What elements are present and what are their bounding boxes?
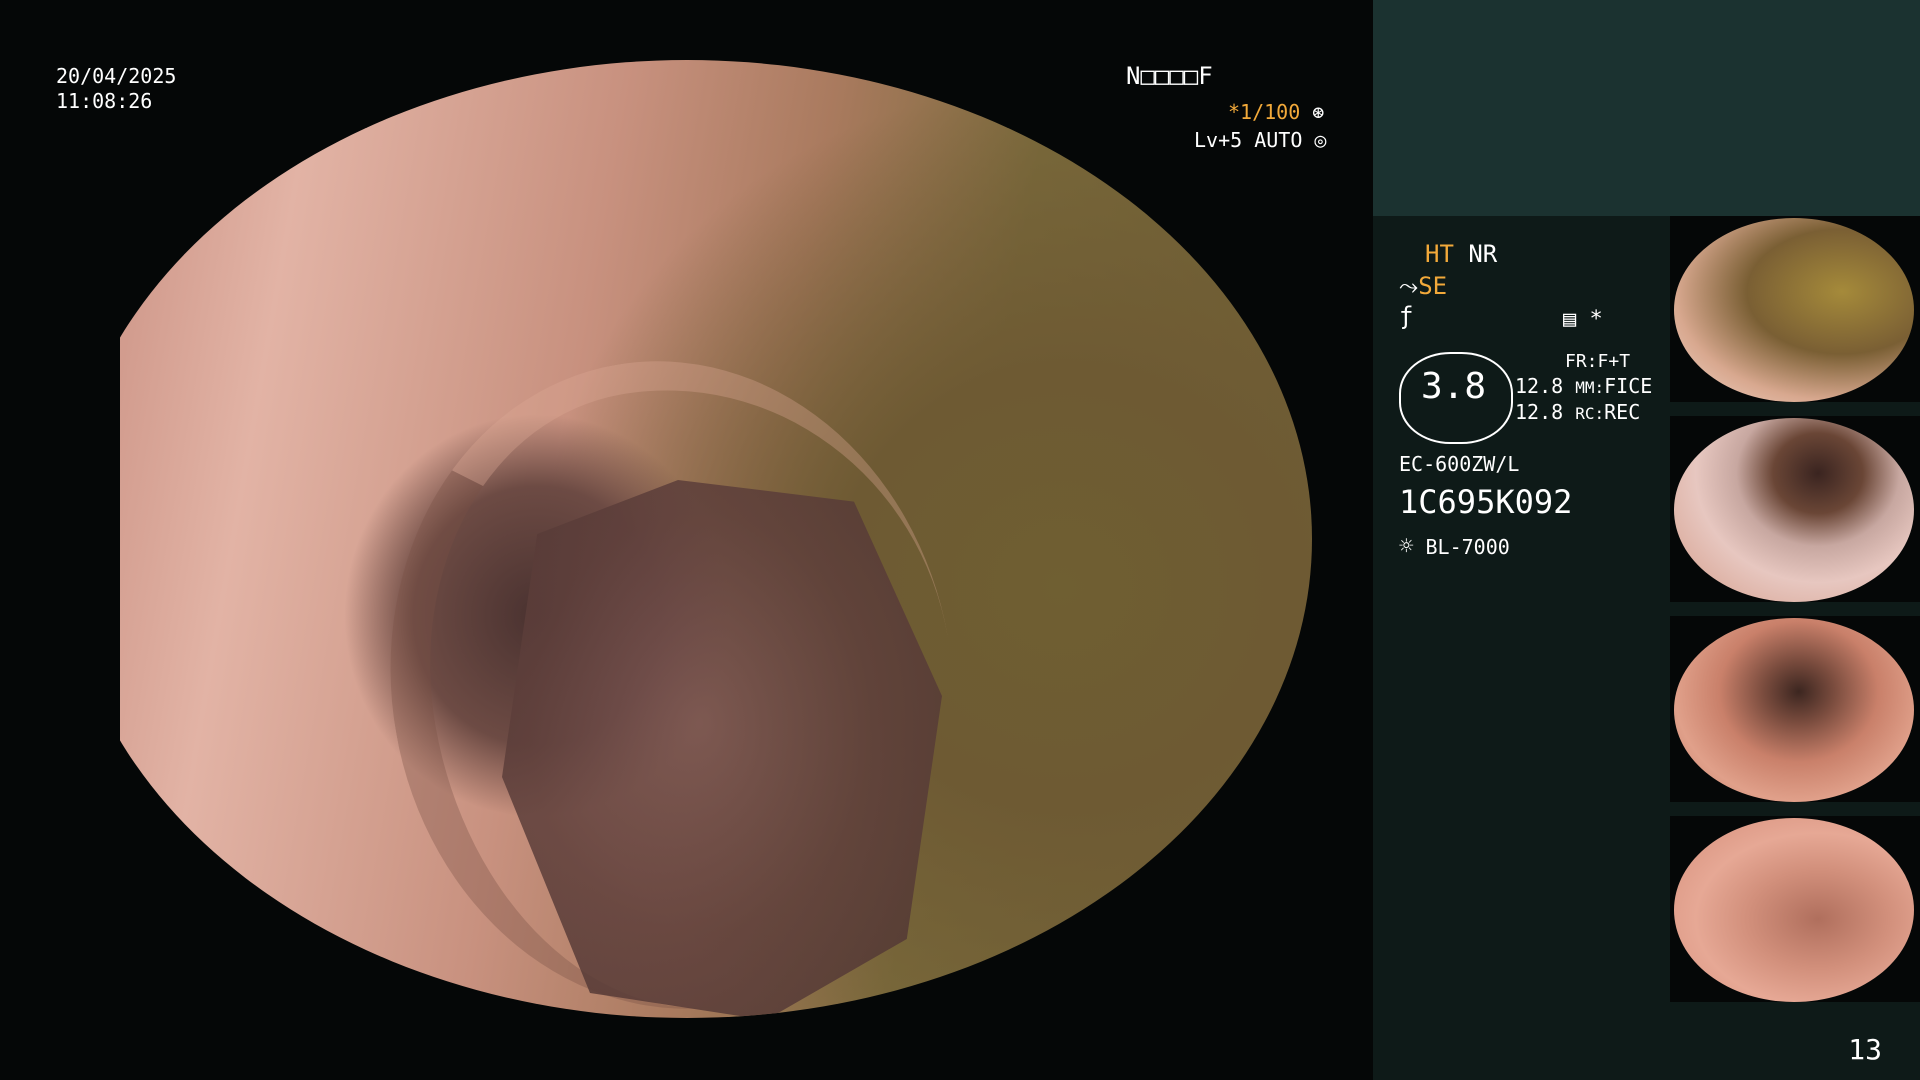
thumbnail[interactable] bbox=[1670, 216, 1920, 402]
date-label: 20/04/2025 bbox=[56, 64, 177, 88]
rc-row: 12.8 RC:REC bbox=[1515, 400, 1640, 426]
light-icon: ☼ bbox=[1399, 532, 1414, 560]
value-1: 12.8 bbox=[1515, 374, 1564, 398]
thumbnail-image bbox=[1674, 218, 1914, 402]
ht-label: HT bbox=[1425, 240, 1454, 268]
scope-model: EC-600ZW/L bbox=[1399, 452, 1520, 476]
nr-label: NR bbox=[1468, 240, 1498, 268]
memory-row: ▤ * bbox=[1563, 308, 1603, 332]
ht-nr-row: HT NR bbox=[1425, 242, 1497, 266]
panel-header-area bbox=[1373, 0, 1920, 216]
light-source-row: ☼ BL-7000 bbox=[1399, 534, 1510, 559]
mm-label: MM: bbox=[1575, 378, 1605, 397]
time-label: 11:08:26 bbox=[56, 89, 153, 113]
fr-label: FR: bbox=[1565, 351, 1598, 372]
mm-row: 12.8 MM:FICE bbox=[1515, 374, 1652, 400]
thumbnail-image bbox=[1674, 618, 1914, 802]
se-label: SE bbox=[1418, 272, 1448, 300]
se-row: ⤳SE bbox=[1399, 274, 1447, 298]
endoscope-image bbox=[62, 60, 1312, 1018]
level-value: Lv+5 AUTO bbox=[1194, 128, 1303, 152]
se-icon: ⤳ bbox=[1399, 272, 1419, 300]
lumen bbox=[502, 480, 942, 1018]
fr-value: F+T bbox=[1597, 351, 1631, 372]
thumbnail-strip bbox=[1670, 216, 1920, 1016]
rc-value: REC bbox=[1604, 400, 1641, 424]
fr-row: FR:F+T bbox=[1565, 350, 1630, 374]
mm-value: FICE bbox=[1604, 374, 1653, 398]
filter-icon: ƒ bbox=[1399, 302, 1414, 330]
auto-icon: ◎ bbox=[1314, 128, 1327, 152]
page-number: 13 bbox=[1848, 1033, 1882, 1066]
value-2: 12.8 bbox=[1515, 400, 1564, 424]
scope-mask-left bbox=[0, 0, 120, 1080]
asterisk-label: * bbox=[1589, 307, 1603, 332]
shutter-value: *1/100 bbox=[1228, 100, 1301, 124]
shutter-speed: *1/100 ⊛ bbox=[1228, 100, 1324, 124]
thumbnail[interactable] bbox=[1670, 416, 1920, 602]
thumbnail[interactable] bbox=[1670, 616, 1920, 802]
shutter-icon: ⊛ bbox=[1312, 100, 1325, 124]
thumbnail[interactable] bbox=[1670, 816, 1920, 1002]
brightness-level: Lv+5 AUTO ◎ bbox=[1194, 128, 1326, 152]
info-panel: HT NR ⤳SE ƒ ▤ * FR:F+T 12.8 MM:FICE 12.8… bbox=[1373, 0, 1920, 1080]
zoom-value: 3.8 bbox=[1421, 366, 1487, 407]
thumbnail-image bbox=[1674, 418, 1914, 602]
endoscope-view: 20/04/2025 11:08:26 N□□□□F *1/100 ⊛ Lv+5… bbox=[0, 0, 1433, 1080]
memory-icon: ▤ bbox=[1563, 307, 1577, 332]
light-source-label: BL-7000 bbox=[1425, 535, 1510, 559]
thumbnail-image bbox=[1674, 818, 1914, 1002]
scope-serial: 1C695K092 bbox=[1399, 483, 1573, 521]
patient-id: N□□□□F bbox=[1126, 62, 1213, 90]
rc-label: RC: bbox=[1575, 404, 1605, 423]
settings-info: HT NR ⤳SE ƒ ▤ * FR:F+T 12.8 MM:FICE 12.8… bbox=[1373, 216, 1670, 1080]
